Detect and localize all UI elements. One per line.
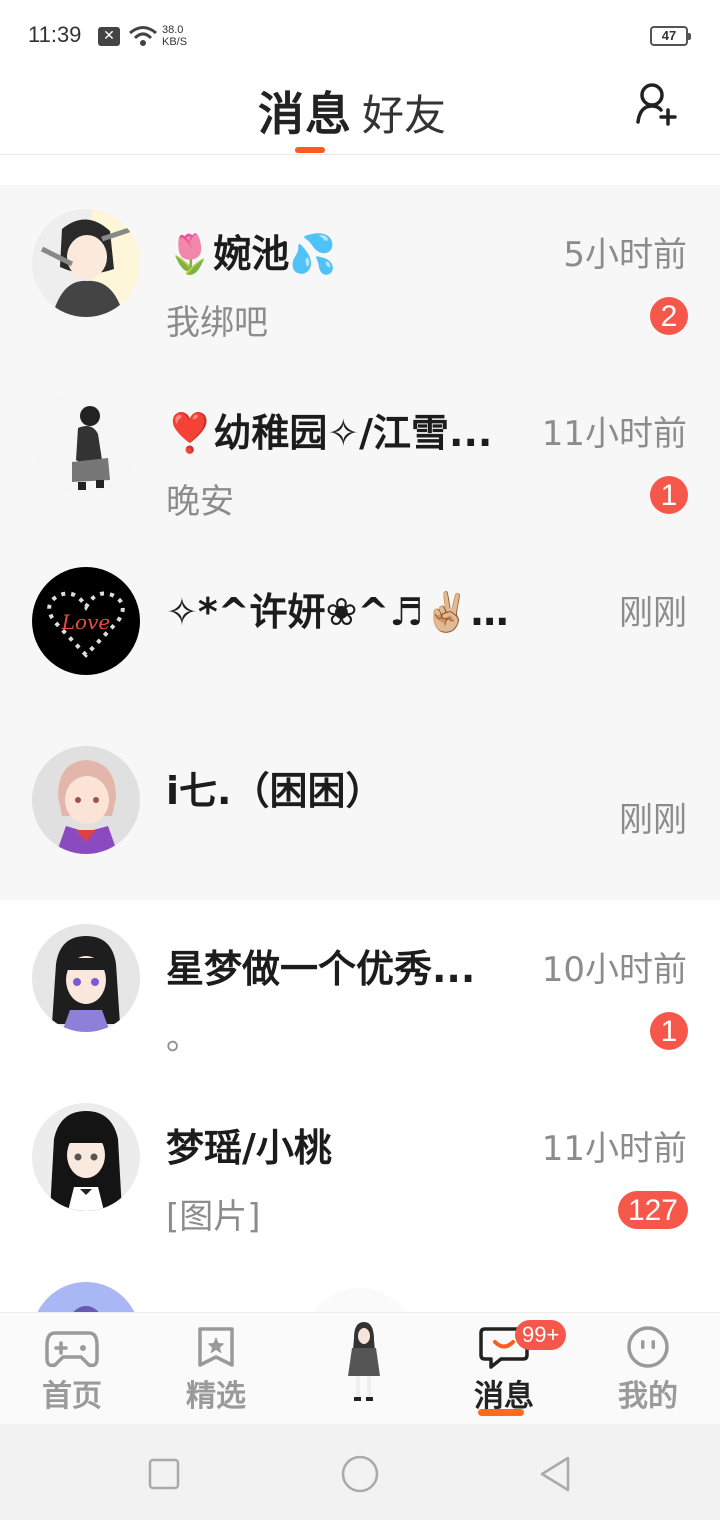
conversation-list: 星梦做一个优秀... 10小时前 。 1 梦瑶/小桃 11小时前 [图片] 12… (0, 900, 720, 1312)
conversation-time: 11小时前 (541, 414, 687, 454)
notification-x-icon: ✕ (98, 27, 120, 46)
nav-active-indicator (478, 1409, 524, 1416)
nav-label: 我的 (618, 1379, 678, 1414)
wifi-icon (129, 26, 157, 46)
conversation-name: ✧*^许妍❀^♬✌🏼『悲... (166, 590, 528, 634)
conversation-row[interactable]: ❣️幼稚园✧/江雪... 11小时前 晚安 1 (0, 364, 720, 543)
tab-indicator (295, 147, 325, 153)
star-icon (198, 1327, 234, 1367)
conversation-row[interactable]: Love ✧*^许妍❀^♬✌🏼『悲... 刚刚 (0, 543, 720, 722)
unread-badge: 1 (650, 1012, 688, 1050)
avatar (32, 209, 140, 317)
nav-featured[interactable]: 精选 (166, 1325, 266, 1415)
nav-home[interactable]: 首页 (22, 1325, 122, 1415)
center-character-avatar[interactable] (340, 1318, 384, 1404)
conversation-time: 10小时前 (541, 950, 687, 990)
conversation-row[interactable]: 梦瑶/小桃 11小时前 [图片] 127 (0, 1079, 720, 1258)
battery-indicator: 47 (650, 26, 691, 46)
nav-label: 首页 (42, 1379, 102, 1414)
conversation-row[interactable]: 星梦做一个优秀... 10小时前 。 1 (0, 900, 720, 1079)
conversation-name: i七.（困困） (166, 769, 384, 813)
conversation-time: 5小时前 (563, 235, 687, 275)
tab-friends[interactable]: 好友 (362, 82, 446, 143)
conversation-time: 刚刚 (619, 800, 687, 840)
avatar: Love (32, 567, 140, 675)
conversation-preview: 。 (166, 1018, 200, 1058)
unread-badge: 127 (617, 1191, 688, 1229)
unread-badge: 1 (650, 476, 688, 514)
conversation-preview: 晚安 (166, 482, 234, 522)
system-nav-bar (0, 1424, 720, 1520)
avatar (32, 924, 140, 1032)
face-icon (627, 1326, 669, 1368)
add-user-icon[interactable] (632, 80, 680, 128)
svg-text:Love: Love (61, 610, 110, 634)
conversation-name: 🌷婉池💦 (166, 232, 337, 276)
gamepad-icon (45, 1331, 99, 1368)
divider-strip (0, 155, 720, 185)
avatar (32, 1282, 140, 1312)
conversation-row[interactable]: i七.（困困） 刚刚 (0, 722, 720, 901)
back-icon[interactable] (534, 1452, 578, 1496)
avatar (32, 1103, 140, 1211)
pinned-conversation-list: 🌷婉池💦 5小时前 我绑吧 2 ❣️幼稚园✧/江雪... 11小时前 晚安 1 … (0, 185, 720, 900)
home-icon[interactable] (338, 1452, 382, 1496)
conversation-time: 11小时前 (541, 1129, 687, 1169)
status-time: 11:39 (28, 22, 82, 47)
tab-messages[interactable]: 消息 (258, 78, 352, 144)
recent-apps-icon[interactable] (142, 1452, 186, 1496)
conversation-name: 梦瑶/小桃 (166, 1126, 332, 1170)
nav-label: 精选 (186, 1379, 246, 1414)
conversation-name: ❣️幼稚园✧/江雪... (166, 411, 493, 455)
status-bar: 11:39 ✕ 38.0 KB/S 47 (0, 0, 720, 70)
conversation-preview: [图片] (166, 1197, 261, 1237)
avatar (32, 746, 140, 854)
conversation-preview: 我绑吧 (166, 303, 268, 343)
unread-badge: 2 (650, 297, 688, 335)
conversation-row[interactable]: 🌷婉池💦 5小时前 我绑吧 2 (0, 185, 720, 364)
avatar (32, 388, 140, 496)
message-badge: 99+ (515, 1320, 567, 1350)
network-speed: 38.0 KB/S (162, 24, 188, 48)
header: 消息 好友 (0, 70, 720, 155)
conversation-name: 星梦做一个优秀... (166, 947, 476, 991)
nav-profile[interactable]: 我的 (598, 1325, 698, 1415)
conversation-time: 刚刚 (619, 593, 687, 633)
